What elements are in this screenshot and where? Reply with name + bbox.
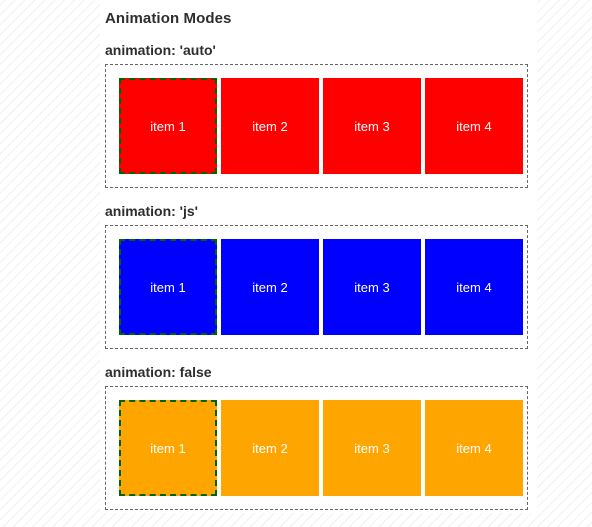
item-box[interactable]: item 1 [119, 239, 217, 335]
items-container-auto: item 1 item 2 item 3 item 4 [105, 64, 528, 188]
section-title-false: animation: false [105, 364, 212, 380]
item-box[interactable]: item 3 [323, 239, 421, 335]
item-label: item 4 [456, 279, 492, 295]
section-animation-false: animation: false item 1 item 2 item 3 it… [100, 349, 537, 510]
item-label: item 3 [354, 440, 390, 456]
item-box[interactable]: item 4 [425, 400, 523, 496]
items-container-js: item 1 item 2 item 3 item 4 [105, 225, 528, 349]
items-container-false: item 1 item 2 item 3 item 4 [105, 386, 528, 510]
content-panel: Animation Modes animation: 'auto' item 1… [100, 0, 537, 513]
item-label: item 2 [252, 279, 288, 295]
item-box[interactable]: item 4 [425, 78, 523, 174]
item-box[interactable]: item 2 [221, 400, 319, 496]
item-label: item 2 [252, 118, 288, 134]
item-box[interactable]: item 2 [221, 239, 319, 335]
section-title-js: animation: 'js' [105, 203, 199, 219]
item-label: item 1 [150, 118, 186, 134]
section-animation-js: animation: 'js' item 1 item 2 item 3 ite… [100, 188, 537, 349]
section-title-auto: animation: 'auto' [105, 42, 216, 58]
item-label: item 4 [456, 440, 492, 456]
item-box[interactable]: item 1 [119, 400, 217, 496]
item-label: item 3 [354, 279, 390, 295]
item-label: item 1 [150, 279, 186, 295]
item-box[interactable]: item 2 [221, 78, 319, 174]
item-box[interactable]: item 3 [323, 400, 421, 496]
item-label: item 1 [150, 440, 186, 456]
item-box[interactable]: item 1 [119, 78, 217, 174]
page-title: Animation Modes [105, 10, 232, 27]
item-box[interactable]: item 3 [323, 78, 421, 174]
item-label: item 4 [456, 118, 492, 134]
section-animation-auto: animation: 'auto' item 1 item 2 item 3 i… [100, 27, 537, 188]
item-label: item 3 [354, 118, 390, 134]
item-box[interactable]: item 4 [425, 239, 523, 335]
item-label: item 2 [252, 440, 288, 456]
